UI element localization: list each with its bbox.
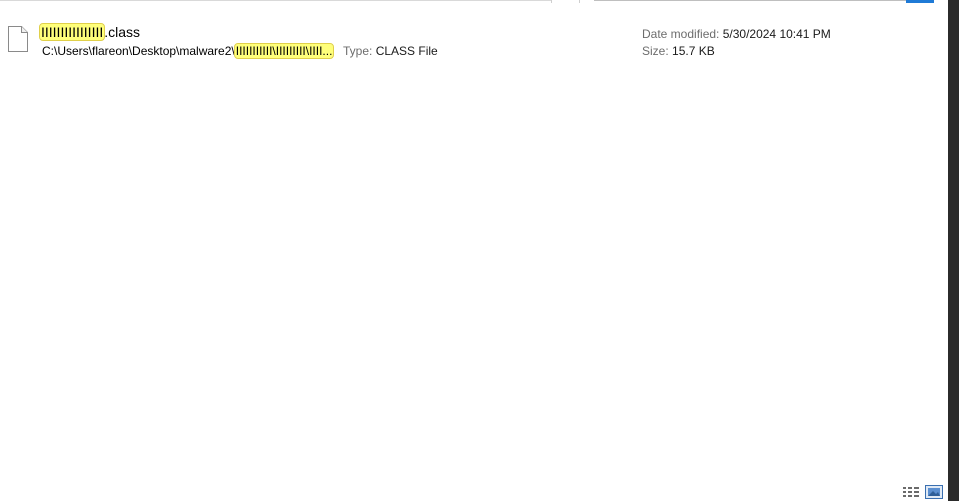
date-modified-value: 5/30/2024 10:41 PM <box>722 27 831 41</box>
file-path-match-highlight: IIIIIIIIIII\IIIIIIIII\IIII... <box>233 43 335 59</box>
file-path: C:\Users\flareon\Desktop\malware2\IIIIII… <box>42 43 335 59</box>
file-size-value: 15.7 KB <box>672 44 715 58</box>
file-type-value: CLASS File <box>375 44 438 58</box>
date-modified-label: Date modified: <box>642 27 720 41</box>
large-icons-view-icon[interactable] <box>925 485 943 499</box>
file-size-label: Size: <box>642 44 669 58</box>
file-name[interactable]: IIIIIIIIIIIIIIII.class <box>38 22 141 42</box>
search-result-item[interactable]: IIIIIIIIIIIIIIII.class C:\Users\flareon\… <box>0 18 948 64</box>
file-type: Type: CLASS File <box>343 44 438 58</box>
file-name-extension: .class <box>104 24 141 40</box>
file-name-match-highlight: IIIIIIIIIIIIIIII <box>38 23 106 41</box>
file-path-prefix: C:\Users\flareon\Desktop\malware2\ <box>42 44 235 58</box>
window-border <box>948 0 959 501</box>
date-modified: Date modified: 5/30/2024 10:41 PM <box>642 27 831 41</box>
file-size: Size: 15.7 KB <box>642 44 715 58</box>
file-icon <box>8 26 28 52</box>
file-type-label: Type: <box>343 44 373 58</box>
details-view-icon[interactable] <box>902 485 920 499</box>
search-results-pane: IIIIIIIIIIIIIIII.class C:\Users\flareon\… <box>0 0 948 501</box>
